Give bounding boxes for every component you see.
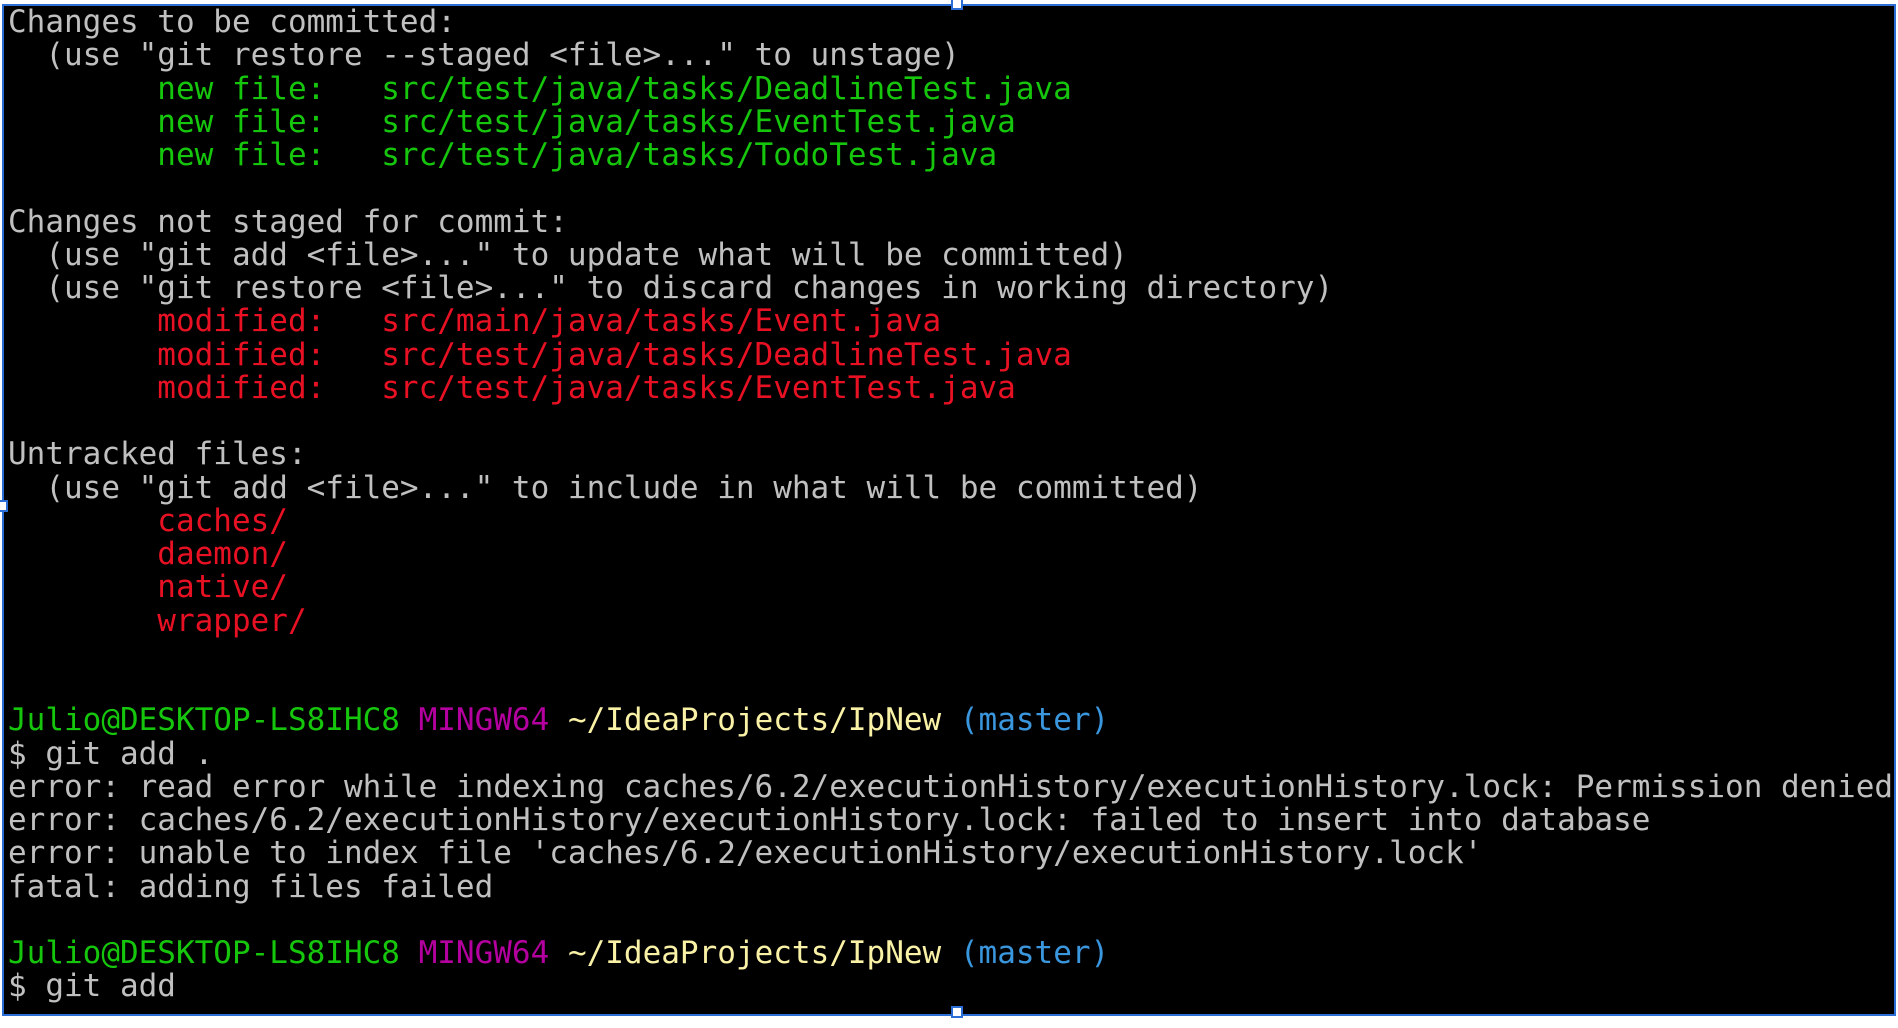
terminal-text-segment: (master) (959, 935, 1110, 971)
terminal-line: $ git add . (8, 735, 1893, 772)
terminal-text-segment: Untracked files: (8, 436, 307, 473)
terminal-line: error: caches/6.2/executionHistory/execu… (8, 802, 1893, 838)
terminal-text-segment: modified: src/test/java/tasks/DeadlineTe… (8, 336, 1072, 373)
resize-handle-left[interactable] (0, 500, 8, 512)
terminal-text-segment: modified: src/main/java/tasks/Event.java (8, 303, 942, 340)
terminal-text-segment: wrapper/ (8, 602, 307, 639)
terminal-line: (use "git restore <file>..." to discard … (8, 270, 1893, 306)
terminal-line: fatal: adding files failed (8, 868, 1893, 905)
terminal-output: Changes to be committed: (use "git resto… (8, 6, 1893, 1004)
screenshot-frame: Changes to be committed: (use "git resto… (0, 0, 1898, 1028)
terminal-text-segment: (use "git add <file>..." to update what … (8, 236, 1128, 273)
terminal-line: Changes not staged for commit: (8, 203, 1893, 240)
terminal-line: Julio@DESKTOP-LS8IHC8 MINGW64 ~/IdeaProj… (8, 704, 1893, 737)
terminal-text-segment: ~/IdeaProjects/IpNew (567, 935, 942, 971)
terminal-line: native/ (8, 571, 1893, 604)
terminal-line: new file: src/test/java/tasks/TodoTest.j… (8, 137, 1893, 173)
resize-handle-bottom[interactable] (951, 1006, 963, 1018)
terminal-text-segment: Changes to be committed: (8, 4, 456, 40)
terminal-line: new file: src/test/java/tasks/DeadlineTe… (8, 70, 1893, 107)
terminal-text-segment: caches/ (8, 502, 288, 539)
terminal-text-segment: new file: src/test/java/tasks/TodoTest.j… (8, 137, 998, 173)
terminal-text-segment: MINGW64 (418, 702, 550, 739)
terminal-text-segment: Julio@DESKTOP-LS8IHC8 (8, 935, 400, 971)
terminal-text-segment: ~/IdeaProjects/IpNew (567, 702, 942, 739)
terminal-line: error: read error while indexing caches/… (8, 768, 1894, 805)
terminal-text-segment: new file: src/test/java/tasks/EventTest.… (8, 103, 1016, 140)
terminal-text-segment: error: caches/6.2/executionHistory/execu… (8, 802, 1651, 838)
terminal-text-segment: error: read error while indexing caches/… (8, 768, 1894, 805)
terminal-line: $ git add (8, 970, 1893, 1003)
terminal-line: (use "git restore --staged <file>..." to… (8, 39, 1893, 72)
terminal-line: modified: src/test/java/tasks/EventTest.… (8, 369, 1893, 406)
terminal-text-segment: MINGW64 (418, 935, 550, 971)
terminal-line: daemon/ (8, 536, 1893, 572)
terminal-line: Julio@DESKTOP-LS8IHC8 MINGW64 ~/IdeaProj… (8, 935, 1893, 971)
terminal-text-segment: (use "git add <file>..." to include in w… (8, 469, 1203, 506)
terminal-line: (use "git add <file>..." to include in w… (8, 469, 1893, 506)
terminal-line: Untracked files: (8, 438, 1893, 471)
terminal-text-segment: (use "git restore --staged <file>..." to… (8, 37, 960, 74)
terminal-line: modified: src/main/java/tasks/Event.java (8, 305, 1893, 338)
terminal-text-segment: daemon/ (8, 536, 288, 572)
terminal-line: Changes to be committed: (8, 6, 1893, 39)
terminal-line: wrapper/ (8, 602, 1893, 639)
terminal-window[interactable]: Changes to be committed: (use "git resto… (2, 4, 1896, 1016)
terminal-line: new file: src/test/java/tasks/EventTest.… (8, 103, 1893, 140)
terminal-text-segment: native/ (8, 569, 288, 606)
terminal-text-segment: $ git add . (8, 735, 214, 772)
terminal-line: caches/ (8, 502, 1893, 539)
terminal-text-segment: (use "git restore <file>..." to discard … (8, 270, 1334, 306)
terminal-text-segment: Changes not staged for commit: (8, 203, 568, 240)
terminal-line: error: unable to index file 'caches/6.2/… (8, 837, 1893, 870)
terminal-text-segment: error: unable to index file 'caches/6.2/… (8, 835, 1483, 872)
terminal-line: (use "git add <file>..." to update what … (8, 236, 1893, 273)
terminal-text-segment: new file: src/test/java/tasks/DeadlineTe… (8, 70, 1072, 107)
terminal-line: modified: src/test/java/tasks/DeadlineTe… (8, 336, 1893, 373)
terminal-text-segment: Julio@DESKTOP-LS8IHC8 (8, 702, 400, 739)
terminal-text-segment: (master) (959, 702, 1110, 739)
terminal-text-segment: modified: src/test/java/tasks/EventTest.… (8, 369, 1016, 406)
resize-handle-top[interactable] (951, 0, 963, 10)
terminal-text-segment: $ git add (8, 968, 176, 1005)
terminal-text-segment: fatal: adding files failed (8, 868, 494, 905)
